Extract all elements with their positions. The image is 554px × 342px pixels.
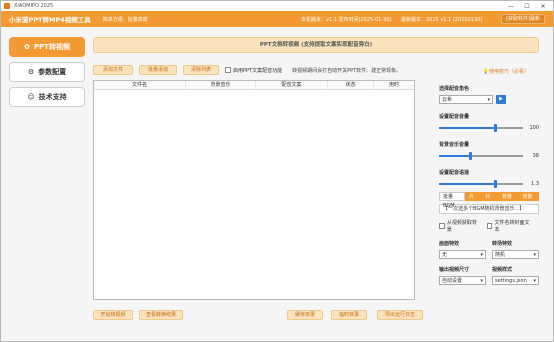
effect-select[interactable]: 无 ▾: [439, 250, 486, 259]
app-icon: [4, 3, 10, 9]
slider-thumb[interactable]: [493, 124, 497, 132]
app-window: XIAOMIPO 2025 — ☐ ✕ 小米菠PPT转MP4视频工具 简单方便、…: [0, 0, 554, 342]
app-slogan: 简单方便、批量高效: [102, 16, 148, 23]
app-header: 小米菠PPT转MP4视频工具 简单方便、批量高效 本机版本：v1.1 发布时间(…: [1, 11, 553, 27]
chevron-down-icon: ▾: [533, 278, 536, 284]
size-label: 输出视频尺寸: [439, 267, 470, 273]
person-icon: ☺: [27, 93, 35, 101]
chevron-down-icon: ▾: [487, 97, 490, 103]
nav-label: PPT转视频: [33, 43, 70, 51]
batch-add-button[interactable]: 批量添加: [139, 65, 177, 75]
view-result-button[interactable]: 查看转换结果: [139, 310, 183, 320]
tab-batch-bgm[interactable]: 批量BGM: [439, 192, 466, 209]
file-table[interactable]: 文件名 背景音乐 配音文案 状态 用时: [93, 80, 415, 300]
volume-value: 100: [529, 125, 539, 131]
nav-label: 技术支持: [38, 93, 67, 101]
size-value: 自动设置: [442, 278, 463, 284]
chevron-down-icon: ▾: [480, 252, 483, 258]
voice-select[interactable]: 云希 ▾: [439, 95, 493, 104]
filename-cover-checkbox[interactable]: [486, 223, 493, 229]
nav-support[interactable]: ☺ 技术支持: [9, 87, 85, 107]
extract-bg-label: 从视频获取背景: [446, 220, 477, 233]
effect-label: 画面特效: [439, 241, 460, 247]
chevron-down-icon: ▾: [533, 252, 536, 258]
gear-icon: ⚙: [27, 68, 35, 76]
cache-dir-button[interactable]: 缓存目录: [287, 310, 323, 320]
page-title: PPT文档转视频 (支持提取文案实现配音旁白): [93, 37, 539, 53]
latest-version: 最新版本：2025 v1.1 (20250130): [401, 16, 483, 23]
size-select[interactable]: 自动设置 ▾: [439, 276, 486, 285]
tab-outro[interactable]: 片尾: [481, 192, 498, 209]
filename-cover-label: 文件名转封面文本: [494, 220, 530, 233]
start-convert-button[interactable]: 开始转视频: [93, 310, 133, 320]
nav-ppt-to-video[interactable]: ✿ PPT转视频: [9, 37, 85, 57]
col-time[interactable]: 用时: [374, 81, 414, 89]
bgm-volume-label: 背景音乐音量: [439, 142, 470, 148]
tab-intro[interactable]: 片头: [465, 192, 482, 209]
tips-label: 使用技巧（必看）: [488, 69, 529, 75]
local-version: 本机版本：v1.1 发布时间(2025-01-30): [301, 16, 392, 23]
export-log-button[interactable]: 导出运行日志: [377, 310, 423, 320]
tips-link[interactable]: 💡使用技巧（必看）: [483, 68, 529, 75]
voice-label: 选择配音角色: [439, 86, 470, 92]
maximize-button[interactable]: ☐: [519, 3, 535, 10]
temp-dir-button[interactable]: 临时目录: [331, 310, 367, 320]
get-latest-button[interactable]: [获取软件]最新: [501, 14, 545, 24]
minimize-button[interactable]: —: [503, 3, 519, 10]
col-voice-text[interactable]: 配音文案: [256, 81, 328, 89]
transition-value: 随机: [495, 252, 506, 258]
style-value: settings.json: [495, 278, 527, 284]
bgm-volume-value: 38: [532, 153, 539, 159]
speed-label: 设置配音语速: [439, 170, 470, 176]
add-file-button[interactable]: 添加文件: [93, 65, 133, 75]
enable-voice-checkbox[interactable]: [225, 67, 231, 73]
title-bar: XIAOMIPO 2025 — ☐ ✕: [1, 1, 553, 11]
file-toolbar: 添加文件 批量添加 清除列表 启用PPT文案配音功能 转视频期间会打自动开关PP…: [93, 65, 401, 75]
transition-select[interactable]: 随机 ▾: [492, 250, 539, 259]
tab-bg-image[interactable]: 背景图: [497, 192, 519, 209]
chevron-down-icon: ▾: [480, 278, 483, 284]
app-title: 小米菠PPT转MP4视频工具: [9, 16, 91, 24]
bgm-tabs: 批量BGM 片头 片尾 背景图 背景色: [439, 192, 539, 209]
flower-icon: ✿: [24, 43, 30, 51]
volume-slider[interactable]: 100: [439, 124, 539, 132]
close-button[interactable]: ✕: [535, 3, 551, 10]
speed-value: 1.3: [531, 181, 539, 187]
volume-label: 设置配音音量: [439, 114, 470, 120]
tool-hint: 转视频期间会打自动开关PPT软件、建正常现象。: [292, 67, 402, 74]
nav-label: 参数配置: [38, 68, 67, 76]
transition-label: 转场特效: [492, 241, 513, 247]
window-title: XIAOMIPO 2025: [14, 3, 54, 9]
style-label: 视频样式: [492, 267, 513, 273]
bgm-select-input[interactable]: 【一次选多个BGM随机背景音乐...】: [439, 204, 539, 214]
slider-thumb[interactable]: [469, 152, 473, 160]
settings-panel: 选择配音角色 云希 ▾ ▶ 设置配音音量 100 背景音乐音量 38 设置配音语…: [439, 85, 539, 285]
style-select[interactable]: settings.json ▾: [492, 276, 539, 285]
col-bgm[interactable]: 背景音乐: [186, 81, 256, 89]
col-filename[interactable]: 文件名: [94, 81, 186, 89]
voice-value: 云希: [442, 97, 453, 103]
speed-slider[interactable]: 1.3: [439, 180, 539, 188]
clear-list-button[interactable]: 清除列表: [183, 65, 219, 75]
slider-thumb[interactable]: [493, 180, 497, 188]
effect-value: 无: [442, 252, 448, 258]
bgm-volume-slider[interactable]: 38: [439, 152, 539, 160]
enable-voice-label: 启用PPT文案配音功能: [233, 67, 283, 74]
tab-bg-color[interactable]: 背景色: [518, 192, 539, 209]
table-header: 文件名 背景音乐 配音文案 状态 用时: [94, 81, 414, 90]
extract-bg-checkbox[interactable]: [439, 223, 445, 229]
sidebar: ✿ PPT转视频 ⚙ 参数配置 ☺ 技术支持: [9, 37, 85, 112]
play-voice-icon[interactable]: ▶: [496, 95, 506, 104]
nav-settings[interactable]: ⚙ 参数配置: [9, 62, 85, 82]
col-status[interactable]: 状态: [328, 81, 374, 89]
